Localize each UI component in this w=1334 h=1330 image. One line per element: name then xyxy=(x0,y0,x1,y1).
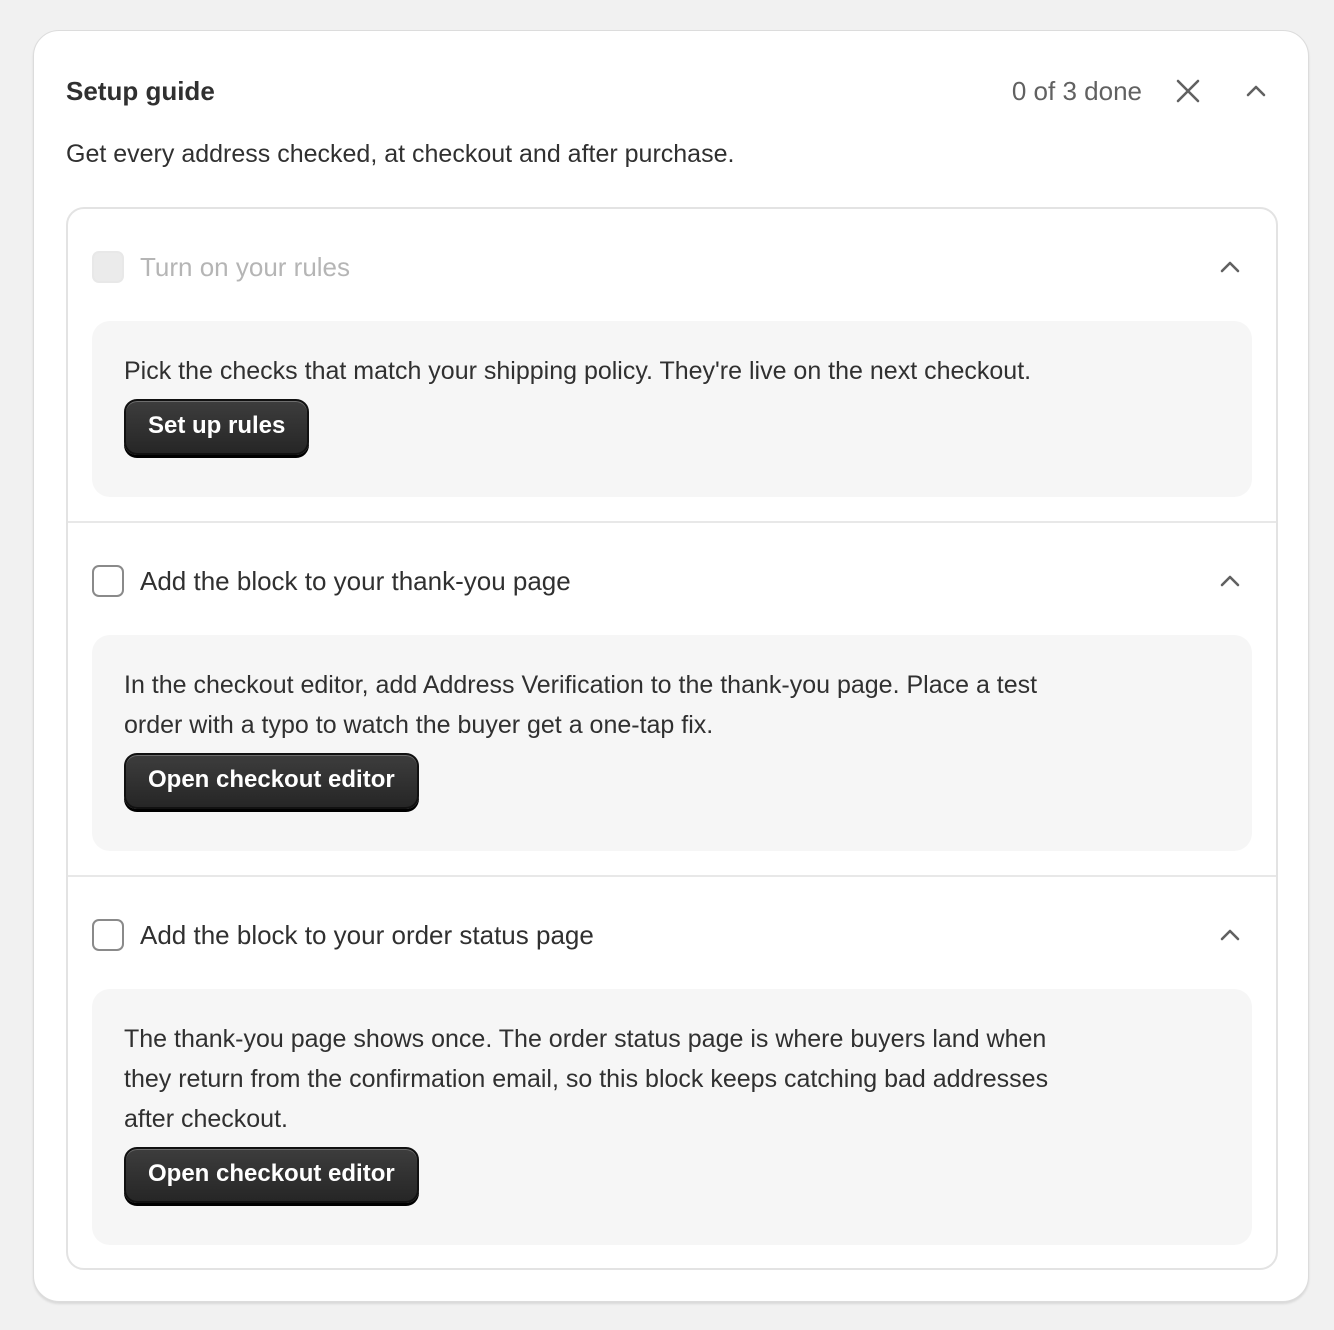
step-order-status-page: Add the block to your order status page … xyxy=(68,877,1276,1268)
step-title: Add the block to your order status page xyxy=(140,919,594,950)
step-header[interactable]: Turn on your rules xyxy=(92,247,1252,287)
step-checkbox[interactable] xyxy=(92,919,124,951)
step-turn-on-rules: Turn on your rules Pick the checks that … xyxy=(68,209,1276,523)
chevron-up-icon xyxy=(1246,85,1266,97)
step-header[interactable]: Add the block to your thank-you page xyxy=(92,561,1252,601)
open-checkout-editor-button[interactable]: Open checkout editor xyxy=(124,753,419,809)
step-collapse-button[interactable] xyxy=(1210,247,1250,287)
setup-guide-card: Setup guide 0 of 3 done Get every addres… xyxy=(33,30,1309,1302)
step-title: Turn on your rules xyxy=(140,251,351,282)
chevron-up-icon xyxy=(1220,261,1240,273)
close-icon xyxy=(1176,79,1200,103)
progress-status: 0 of 3 done xyxy=(1011,75,1142,106)
step-title: Add the block to your thank-you page xyxy=(140,565,571,596)
card-title: Setup guide xyxy=(66,75,215,106)
card-subtitle: Get every address checked, at checkout a… xyxy=(66,140,735,168)
step-checkbox[interactable] xyxy=(92,251,124,283)
step-thank-you-page: Add the block to your thank-you page In … xyxy=(68,523,1276,877)
step-checkbox[interactable] xyxy=(92,565,124,597)
step-body: The thank-you page shows once. The order… xyxy=(92,989,1252,1245)
setup-steps-list: Turn on your rules Pick the checks that … xyxy=(66,207,1278,1270)
step-body: In the checkout editor, add Address Veri… xyxy=(92,635,1252,851)
step-collapse-button[interactable] xyxy=(1210,915,1250,955)
step-header[interactable]: Add the block to your order status page xyxy=(92,915,1252,955)
set-up-rules-button[interactable]: Set up rules xyxy=(124,399,310,455)
collapse-guide-button[interactable] xyxy=(1236,71,1276,111)
setup-guide-header: Setup guide 0 of 3 done xyxy=(66,71,1276,111)
step-collapse-button[interactable] xyxy=(1210,561,1250,601)
chevron-up-icon xyxy=(1220,929,1240,941)
step-description: Pick the checks that match your shipping… xyxy=(124,357,1032,385)
step-body: Pick the checks that match your shipping… xyxy=(92,321,1252,497)
step-description: The thank-you page shows once. The order… xyxy=(124,1025,1049,1133)
dismiss-button[interactable] xyxy=(1168,71,1208,111)
open-checkout-editor-button[interactable]: Open checkout editor xyxy=(124,1147,419,1203)
step-description: In the checkout editor, add Address Veri… xyxy=(124,671,1038,739)
chevron-up-icon xyxy=(1220,575,1240,587)
